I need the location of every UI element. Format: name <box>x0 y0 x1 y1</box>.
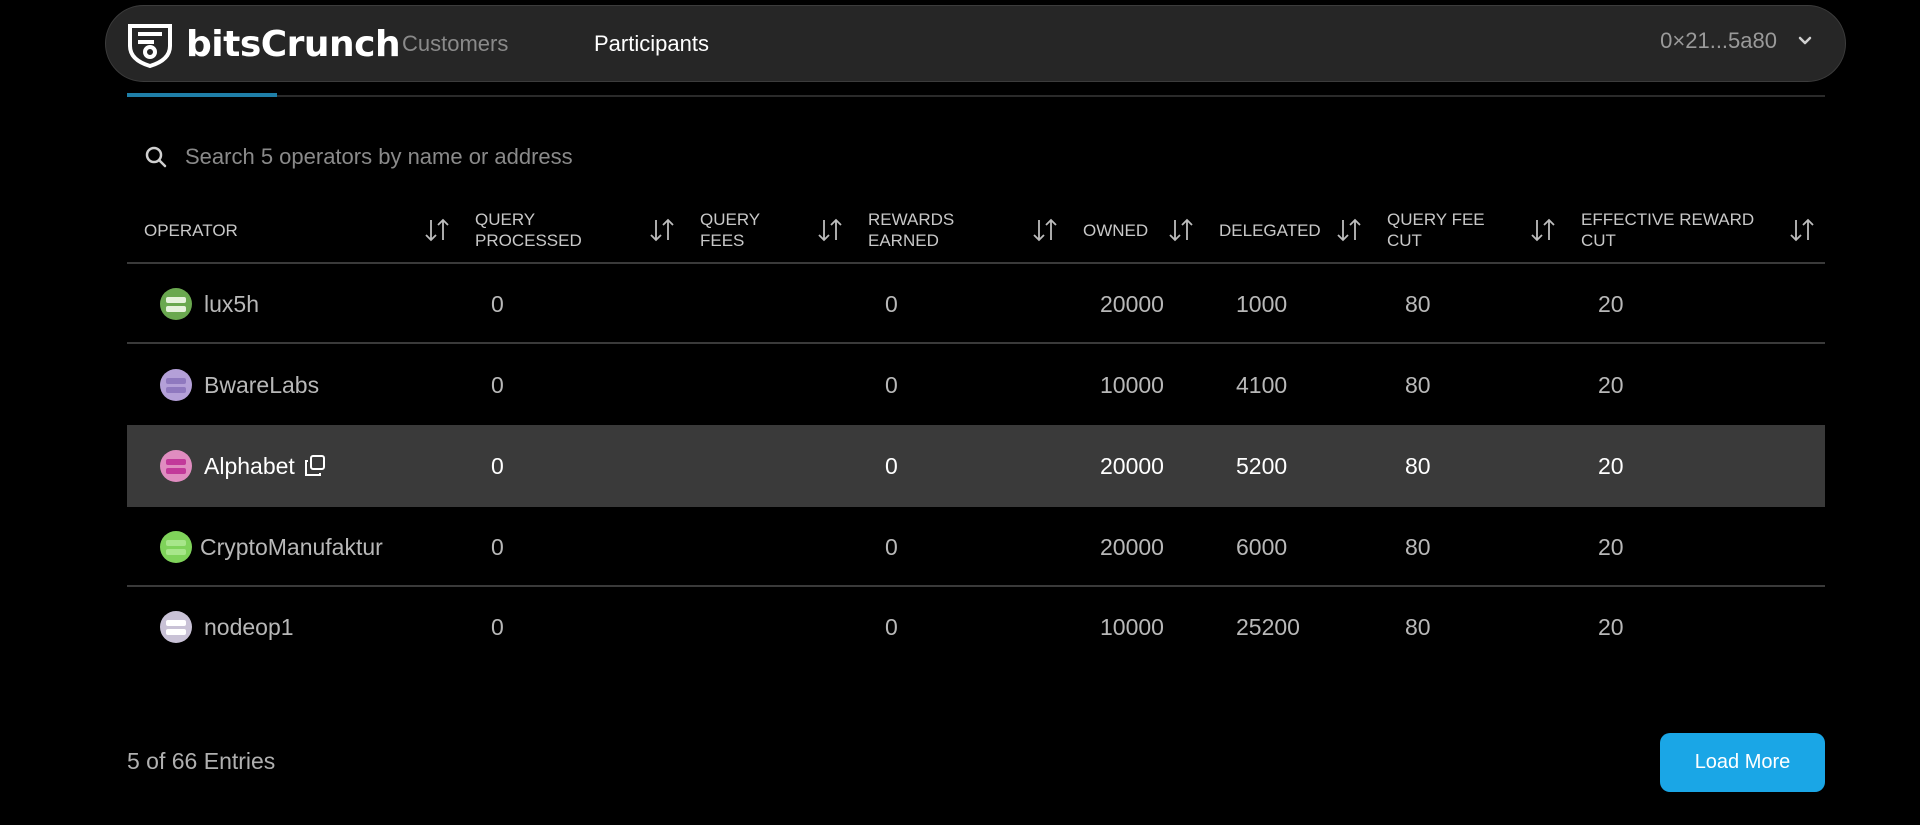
effective-reward-cut-cell: 20 <box>1598 290 1624 317</box>
rewards-earned-cell: 0 <box>885 371 898 398</box>
query-fee-cut-cell: 80 <box>1405 533 1431 560</box>
operator-cell: lux5h <box>160 264 259 344</box>
bitscrunch-logo-icon <box>128 24 172 68</box>
delegated-cell: 4100 <box>1236 371 1288 398</box>
column-header-delegated: DELEGATED <box>1219 220 1321 240</box>
table-row[interactable]: nodeop1 0 0 10000 25200 80 20 <box>127 587 1825 667</box>
avatar <box>160 288 192 320</box>
effective-reward-cut-cell: 20 <box>1598 533 1624 560</box>
delegated-cell: 1000 <box>1236 290 1288 317</box>
table-row[interactable]: Alphabet 0 0 20000 5200 80 20 <box>127 425 1825 507</box>
top-navigation-bar: bitsCrunch Customers Participants 0×21..… <box>105 5 1846 82</box>
table-row[interactable]: CryptoManufaktur 0 0 20000 6000 80 20 <box>127 507 1825 587</box>
nav-customers[interactable]: Customers <box>402 31 508 57</box>
rewards-earned-cell: 0 <box>885 533 898 560</box>
operator-cell: Alphabet <box>160 425 327 507</box>
owned-cell: 20000 <box>1100 290 1164 317</box>
table-row[interactable]: lux5h 0 0 20000 1000 80 20 <box>127 264 1825 344</box>
operator-name: Alphabet <box>204 452 295 479</box>
owned-cell: 20000 <box>1100 533 1164 560</box>
effective-reward-cut-cell: 20 <box>1598 613 1624 640</box>
rewards-earned-cell: 0 <box>885 613 898 640</box>
avatar <box>160 450 192 482</box>
operator-name: lux5h <box>204 290 259 317</box>
active-tab-indicator <box>127 93 277 97</box>
owned-cell: 20000 <box>1100 452 1164 479</box>
operator-name: nodeop1 <box>204 613 294 640</box>
search-bar <box>127 128 1127 186</box>
operator-cell: BwareLabs <box>160 345 319 425</box>
operator-cell: nodeop1 <box>160 587 294 667</box>
operator-name: BwareLabs <box>204 371 320 398</box>
chevron-down-icon <box>1798 36 1812 45</box>
column-header-rewards-earned: REWARDS EARNED <box>868 210 955 250</box>
nav-participants[interactable]: Participants <box>594 31 709 57</box>
wallet-dropdown[interactable]: 0×21...5a80 <box>1660 28 1815 54</box>
delegated-cell: 25200 <box>1236 613 1300 640</box>
search-input[interactable] <box>183 143 987 171</box>
column-header-owned: OWNED <box>1083 220 1149 240</box>
operator-name: CryptoManufaktur <box>200 533 383 560</box>
query-fee-cut-cell: 80 <box>1405 452 1431 479</box>
rewards-earned-cell: 0 <box>885 290 898 317</box>
wallet-address: 0×21...5a80 <box>1660 28 1777 53</box>
effective-reward-cut-cell: 20 <box>1598 371 1624 398</box>
column-header-query-processed: QUERY PROCESSED <box>475 210 582 250</box>
entries-count: 5 of 66 Entries <box>127 748 276 774</box>
table-row[interactable]: BwareLabs 0 0 10000 4100 80 20 <box>127 345 1825 425</box>
query-processed-cell: 0 <box>491 613 504 640</box>
sort-icon[interactable] <box>1167 216 1197 244</box>
tab-divider <box>127 95 1825 97</box>
copy-icon[interactable] <box>303 454 327 478</box>
query-processed-cell: 0 <box>491 371 504 398</box>
sort-icon[interactable] <box>648 216 678 244</box>
owned-cell: 10000 <box>1100 371 1164 398</box>
sort-icon[interactable] <box>816 216 846 244</box>
sort-icon[interactable] <box>1031 216 1061 244</box>
column-header-query-fees: QUERY FEES <box>700 210 760 250</box>
column-header-operator: OPERATOR <box>144 220 238 240</box>
avatar <box>160 531 192 563</box>
load-more-button[interactable]: Load More <box>1660 733 1825 792</box>
query-processed-cell: 0 <box>491 533 504 560</box>
table-header: OPERATOR QUERY PROCESSED QUERY FEES REWA… <box>127 198 1825 264</box>
delegated-cell: 5200 <box>1236 452 1288 479</box>
rewards-earned-cell: 0 <box>885 452 898 479</box>
search-icon <box>145 146 167 168</box>
brand-name: bitsCrunch <box>186 23 401 65</box>
query-fee-cut-cell: 80 <box>1405 371 1431 398</box>
avatar <box>160 369 192 401</box>
operator-cell: CryptoManufaktur <box>160 507 383 587</box>
query-fee-cut-cell: 80 <box>1405 290 1431 317</box>
avatar <box>160 611 192 643</box>
owned-cell: 10000 <box>1100 613 1164 640</box>
column-header-query-fee-cut: QUERY FEE CUT <box>1387 210 1485 250</box>
query-processed-cell: 0 <box>491 290 504 317</box>
brand-logo[interactable]: bitsCrunch <box>126 20 401 68</box>
sort-icon[interactable] <box>1335 216 1365 244</box>
query-processed-cell: 0 <box>491 452 504 479</box>
column-header-effective-reward-cut: EFFECTIVE REWARD CUT <box>1581 210 1755 250</box>
sort-icon[interactable] <box>1529 216 1559 244</box>
delegated-cell: 6000 <box>1236 533 1288 560</box>
query-fee-cut-cell: 80 <box>1405 613 1431 640</box>
sort-icon[interactable] <box>423 216 453 244</box>
effective-reward-cut-cell: 20 <box>1598 452 1624 479</box>
sort-icon[interactable] <box>1788 216 1818 244</box>
